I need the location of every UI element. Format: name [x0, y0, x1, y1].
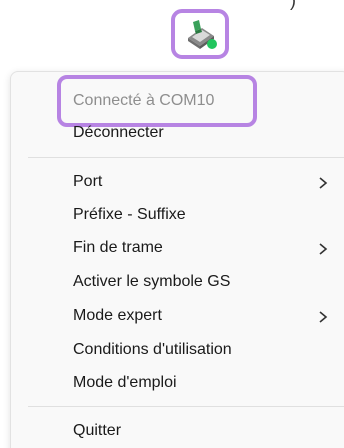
menu-item-terms[interactable]: Conditions d'utilisation — [73, 341, 232, 359]
menu-item-prefix-suffix[interactable]: Préfixe - Suffixe — [73, 206, 186, 224]
menu-item-quit[interactable]: Quitter — [73, 422, 121, 440]
menu-item-user-guide[interactable]: Mode d'emploi — [73, 374, 177, 392]
chevron-right-icon — [319, 177, 328, 189]
menu-separator — [28, 157, 344, 158]
scanner-connected-icon[interactable] — [184, 18, 218, 50]
menu-item-expert-mode[interactable]: Mode expert — [73, 307, 162, 325]
menu-item-enable-gs[interactable]: Activer le symbole GS — [73, 273, 230, 291]
context-menu — [10, 71, 344, 448]
chevron-right-icon — [319, 243, 328, 255]
menu-item-end-of-frame[interactable]: Fin de trame — [73, 239, 163, 257]
disconnect-item[interactable]: Déconnecter — [73, 124, 164, 142]
chevron-right-icon — [319, 311, 328, 323]
connection-status: Connecté à COM10 — [73, 92, 215, 109]
screen: ) Connecté à COM10 Déconnecter Port Préf… — [0, 0, 344, 448]
menu-item-port[interactable]: Port — [73, 173, 102, 191]
top-fragment-text: ) — [290, 0, 296, 10]
menu-separator — [28, 406, 344, 407]
